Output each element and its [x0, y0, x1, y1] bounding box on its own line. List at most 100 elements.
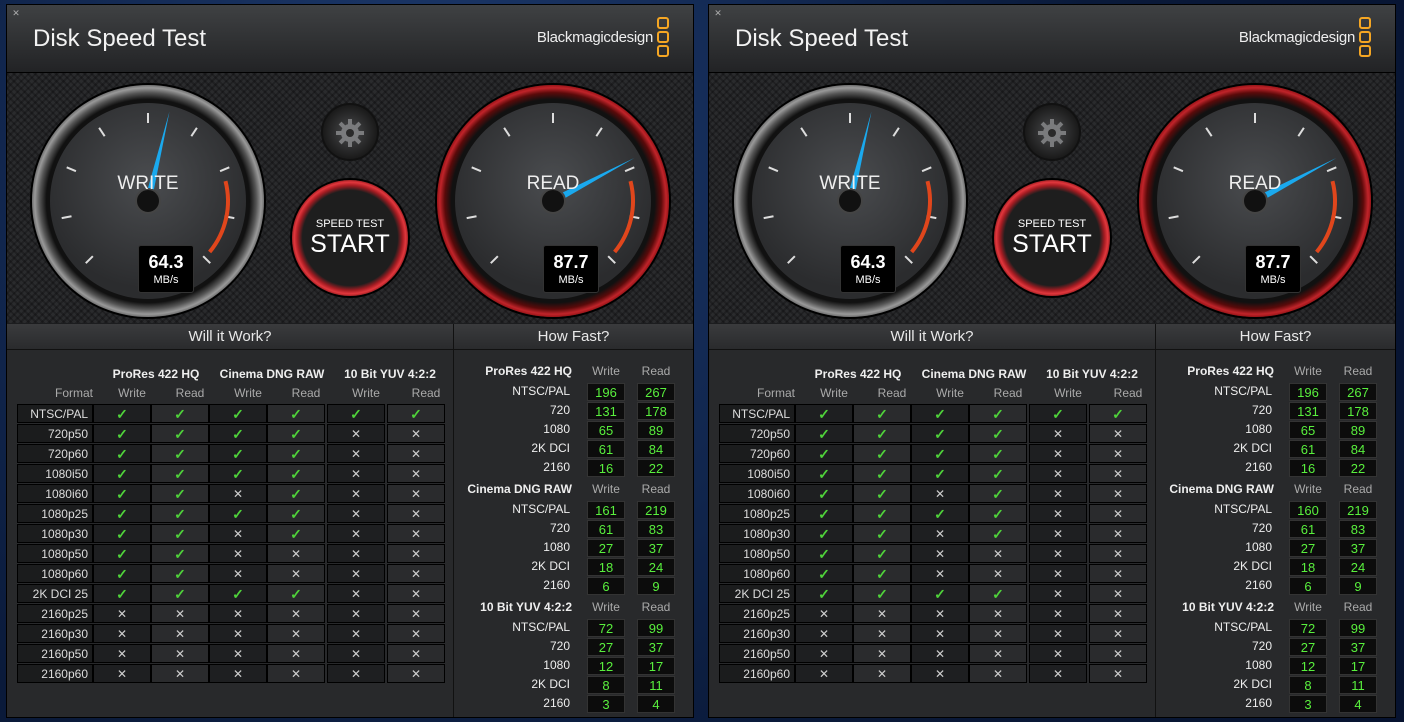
cross-icon: ✕: [969, 544, 1027, 563]
check-icon: ✓: [969, 424, 1027, 443]
how-fast-read-value: 178: [637, 402, 675, 420]
format-name: 1080p30: [17, 524, 93, 543]
write-column-header: Write: [820, 386, 848, 400]
check-icon: ✓: [795, 584, 853, 603]
close-icon[interactable]: ✕: [11, 8, 21, 18]
app-title: Disk Speed Test: [735, 25, 908, 52]
cross-icon: ✕: [151, 624, 209, 643]
format-row: 2160p50 ✕ ✕ ✕ ✕ ✕ ✕: [17, 644, 447, 663]
check-icon: ✓: [267, 484, 325, 503]
cross-icon: ✕: [1089, 424, 1147, 443]
settings-button[interactable]: [1023, 103, 1081, 161]
cross-icon: ✕: [853, 664, 911, 683]
write-column-header: Write: [1054, 386, 1082, 400]
cross-icon: ✕: [1089, 464, 1147, 483]
how-fast-write-value: 16: [1289, 459, 1327, 477]
how-fast-write-value: 3: [1289, 695, 1327, 713]
cross-icon: ✕: [209, 644, 267, 663]
cross-icon: ✕: [209, 604, 267, 623]
cross-icon: ✕: [327, 644, 385, 663]
how-fast-section: ProRes 422 HQ Write Read NTSC/PAL 196 267 720 1…: [454, 360, 693, 478]
check-icon: ✓: [795, 404, 853, 423]
how-fast-codec-title: 10 Bit YUV 4:2:2: [480, 600, 572, 614]
how-fast-read-value: 83: [1339, 520, 1377, 538]
write-column-header: Write: [1294, 364, 1322, 378]
start-button[interactable]: SPEED TEST START: [292, 180, 408, 296]
cross-icon: ✕: [387, 504, 445, 523]
check-icon: ✓: [93, 524, 151, 543]
write-speed-unit: MB/s: [855, 274, 881, 286]
settings-button[interactable]: [321, 103, 379, 161]
how-fast-read-value: 37: [637, 539, 675, 557]
how-fast-write-value: 27: [587, 539, 625, 557]
how-fast-write-value: 18: [587, 558, 625, 576]
how-fast-row-label: 2160: [543, 578, 570, 592]
format-name: 1080p30: [719, 524, 795, 543]
codec-header: ProRes 422 HQ: [814, 367, 902, 381]
how-fast-read-value: 9: [637, 577, 675, 595]
write-column-header: Write: [1294, 600, 1322, 614]
format-row: 720p60 ✓ ✓ ✓ ✓ ✕ ✕: [17, 444, 447, 463]
codec-header: ProRes 422 HQ: [112, 367, 200, 381]
format-name: 1080i60: [719, 484, 795, 503]
cross-icon: ✕: [911, 564, 969, 583]
how-fast-section: Cinema DNG RAW Write Read NTSC/PAL 161 219 720…: [454, 478, 693, 596]
cross-icon: ✕: [267, 664, 325, 683]
check-icon: ✓: [969, 464, 1027, 483]
cross-icon: ✕: [387, 464, 445, 483]
how-fast-row-label: 2K DCI: [1233, 441, 1272, 455]
format-row: 2160p60 ✕ ✕ ✕ ✕ ✕ ✕: [17, 664, 447, 683]
cross-icon: ✕: [1089, 544, 1147, 563]
write-column-header: Write: [234, 386, 262, 400]
write-gauge: WRITE 64.3 MB/s: [32, 85, 264, 317]
brand-name: Blackmagicdesign: [1238, 29, 1355, 46]
format-name: NTSC/PAL: [719, 404, 795, 423]
close-icon[interactable]: ✕: [713, 8, 723, 18]
format-name: 1080p50: [719, 544, 795, 563]
how-fast-read-value: 99: [1339, 619, 1377, 637]
cross-icon: ✕: [1029, 624, 1087, 643]
cross-icon: ✕: [387, 424, 445, 443]
check-icon: ✓: [795, 484, 853, 503]
check-icon: ✓: [969, 504, 1027, 523]
cross-icon: ✕: [1029, 604, 1087, 623]
check-icon: ✓: [93, 504, 151, 523]
cross-icon: ✕: [1029, 524, 1087, 543]
how-fast-read-value: 24: [1339, 558, 1377, 576]
write-speed-readout: 64.3 MB/s: [840, 245, 896, 293]
cross-icon: ✕: [969, 564, 1027, 583]
check-icon: ✓: [969, 584, 1027, 603]
how-fast-codec-title: ProRes 422 HQ: [485, 364, 572, 378]
read-column-header: Read: [1343, 600, 1373, 614]
format-row: 2K DCI 25 ✓ ✓ ✓ ✓ ✕ ✕: [17, 584, 447, 603]
brand-name: Blackmagicdesign: [536, 29, 653, 46]
read-gauge-face: READ 87.7 MB/s: [455, 103, 651, 299]
how-fast-row-label: NTSC/PAL: [512, 620, 570, 634]
check-icon: ✓: [911, 504, 969, 523]
format-name: NTSC/PAL: [17, 404, 93, 423]
format-name: 2160p30: [719, 624, 795, 643]
how-fast-row-label: 2160: [1245, 578, 1272, 592]
read-column-header: Read: [1343, 364, 1373, 378]
check-icon: ✓: [93, 484, 151, 503]
how-fast-write-value: 12: [587, 657, 625, 675]
how-fast-row-label: NTSC/PAL: [512, 502, 570, 516]
cross-icon: ✕: [1089, 604, 1147, 623]
how-fast-codec-title: Cinema DNG RAW: [1169, 482, 1274, 496]
start-button[interactable]: SPEED TEST START: [994, 180, 1110, 296]
how-fast-read-value: 219: [637, 501, 675, 519]
how-fast-write-value: 27: [1289, 539, 1327, 557]
cross-icon: ✕: [1029, 564, 1087, 583]
write-gauge-label: WRITE: [117, 173, 179, 194]
write-column-header: Write: [592, 364, 620, 378]
cross-icon: ✕: [1089, 564, 1147, 583]
will-it-work-header: Will it Work?: [7, 324, 453, 350]
cross-icon: ✕: [267, 564, 325, 583]
format-row: 2160p60 ✕ ✕ ✕ ✕ ✕ ✕: [719, 664, 1149, 683]
read-column-header: Read: [993, 386, 1023, 400]
cross-icon: ✕: [795, 644, 853, 663]
how-fast-write-value: 12: [1289, 657, 1327, 675]
format-column-header: Format: [54, 386, 93, 400]
check-icon: ✓: [911, 584, 969, 603]
how-fast-write-value: 16: [587, 459, 625, 477]
